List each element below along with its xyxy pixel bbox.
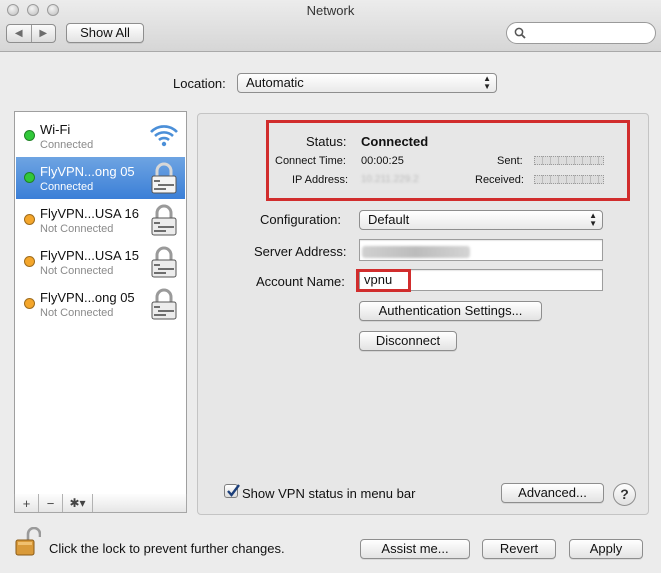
status-label: Status:	[306, 134, 347, 149]
checkmark-icon	[227, 484, 240, 497]
popup-arrows-icon: ▲ ▼	[589, 211, 597, 228]
disconnect-button[interactable]: Disconnect	[359, 331, 457, 351]
service-status: Connected	[40, 181, 94, 193]
forward-arrow-icon[interactable]: ▶	[30, 25, 56, 42]
sidebar-item-wifi[interactable]: Wi-Fi Connected	[16, 115, 185, 157]
back-arrow-icon[interactable]: ◀	[7, 25, 31, 42]
account-name-label: Account Name:	[256, 274, 345, 289]
assist-me-button[interactable]: Assist me...	[360, 539, 470, 559]
service-list: Wi-Fi Connected FlyVPN...ong 05 Connecte…	[14, 111, 187, 495]
status-dot-icon	[24, 214, 35, 225]
add-service-button[interactable]: +	[15, 494, 39, 512]
window-title: Network	[306, 3, 355, 18]
service-status: Not Connected	[40, 223, 114, 235]
lock-icon	[151, 288, 177, 320]
location-value: Automatic	[246, 75, 304, 90]
status-value: Connected	[361, 134, 429, 149]
account-highlight-box	[356, 269, 411, 292]
server-address-field[interactable]	[359, 239, 603, 261]
configuration-popup[interactable]: Default ▲ ▼	[359, 210, 603, 230]
received-meter	[534, 175, 604, 184]
service-name: FlyVPN...USA 15	[40, 248, 139, 263]
status-dot-icon	[24, 256, 35, 267]
lock-icon[interactable]	[15, 527, 41, 557]
show-all-button[interactable]: Show All	[66, 23, 144, 43]
connect-time-value: 00:00:25	[361, 155, 404, 167]
apply-button[interactable]: Apply	[569, 539, 643, 559]
configuration-label: Configuration:	[260, 212, 341, 227]
sidebar-item-flyvpn-ong-05[interactable]: FlyVPN...ong 05 Not Connected	[16, 283, 185, 325]
advanced-button[interactable]: Advanced...	[501, 483, 604, 503]
service-list-controls: + − ✱▾	[14, 494, 187, 513]
network-preferences-window: Network ◀ ▶ Show All Location: Automatic…	[0, 0, 661, 573]
show-vpn-status-label[interactable]: Show VPN status in menu bar	[242, 486, 415, 501]
sidebar-item-flyvpn-ong-05-connected[interactable]: FlyVPN...ong 05 Connected	[16, 157, 185, 199]
received-label: Received:	[475, 174, 524, 186]
search-field[interactable]	[506, 22, 656, 44]
search-icon	[514, 27, 526, 39]
show-vpn-status-checkbox[interactable]	[224, 484, 240, 498]
service-status: Not Connected	[40, 265, 114, 277]
redacted-value	[362, 246, 470, 258]
remove-service-button[interactable]: −	[39, 494, 63, 512]
sidebar-item-flyvpn-usa-15[interactable]: FlyVPN...USA 15 Not Connected	[16, 241, 185, 283]
ip-address-value: 10.211.229.2	[361, 174, 419, 185]
server-address-label: Server Address:	[254, 244, 347, 259]
status-dot-icon	[24, 130, 35, 141]
lock-message: Click the lock to prevent further change…	[49, 541, 285, 556]
sidebar-item-flyvpn-usa-16[interactable]: FlyVPN...USA 16 Not Connected	[16, 199, 185, 241]
lock-icon	[151, 162, 177, 194]
wifi-icon	[150, 125, 178, 147]
sent-label: Sent:	[497, 155, 523, 167]
status-dot-icon	[24, 298, 35, 309]
ip-address-label: IP Address:	[292, 174, 349, 186]
service-name: FlyVPN...USA 16	[40, 206, 139, 221]
service-status: Connected	[40, 139, 94, 151]
location-label: Location:	[173, 76, 226, 91]
connect-time-label: Connect Time:	[275, 155, 346, 167]
authentication-settings-button[interactable]: Authentication Settings...	[359, 301, 542, 321]
configuration-value: Default	[368, 212, 410, 227]
back-forward-control: ◀ ▶	[6, 24, 56, 43]
gear-icon[interactable]: ✱▾	[63, 494, 93, 512]
sent-meter	[534, 156, 604, 165]
popup-arrows-icon: ▲ ▼	[483, 74, 491, 91]
status-dot-icon	[24, 172, 35, 183]
service-name: Wi-Fi	[40, 122, 71, 137]
location-popup[interactable]: Automatic ▲ ▼	[237, 73, 497, 93]
service-status: Not Connected	[40, 307, 114, 319]
lock-icon	[151, 204, 177, 236]
service-name: FlyVPN...ong 05	[40, 290, 135, 305]
help-button[interactable]: ?	[613, 483, 636, 506]
toolbar: Network ◀ ▶ Show All	[0, 0, 661, 52]
lock-icon	[151, 246, 177, 278]
revert-button[interactable]: Revert	[482, 539, 556, 559]
service-name: FlyVPN...ong 05	[40, 164, 135, 179]
